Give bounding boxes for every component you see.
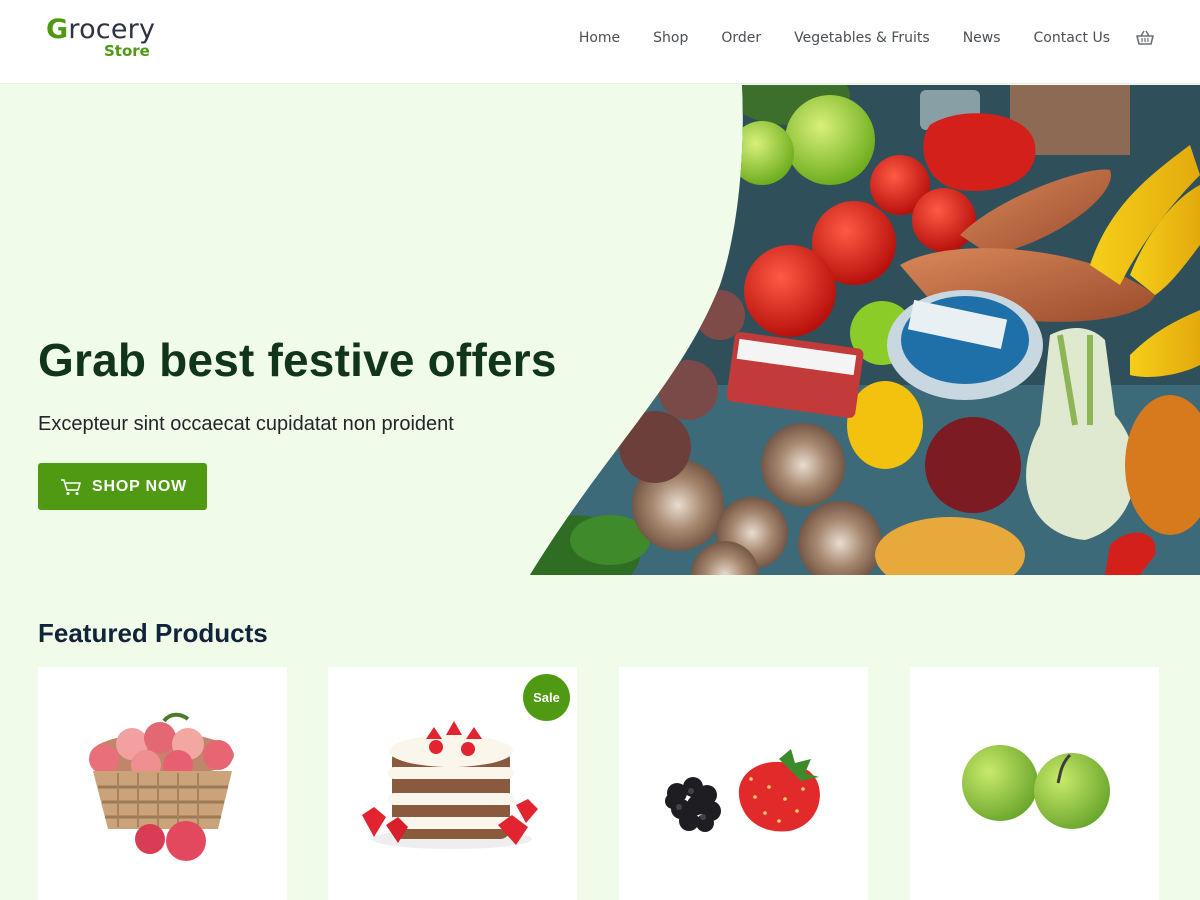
featured-products-heading: Featured Products bbox=[38, 618, 268, 648]
logo-subtitle: Store bbox=[104, 42, 150, 60]
main-nav: Home Shop Order Vegetables & Fruits News… bbox=[579, 30, 1154, 46]
hero-produce-image bbox=[530, 85, 1200, 575]
site-header: Grocery Store Home Shop Order Vegetables… bbox=[0, 0, 1200, 84]
hero-title: Grab best festive offers bbox=[38, 334, 557, 386]
nav-news[interactable]: News bbox=[963, 30, 1001, 46]
product-card-strawberry-cake[interactable]: Sale bbox=[328, 667, 577, 900]
hero-banner: Grab best festive offers Excepteur sint … bbox=[0, 85, 1200, 575]
basket-icon[interactable] bbox=[1136, 30, 1154, 46]
product-card-berries[interactable] bbox=[619, 667, 868, 900]
blackberry-and-strawberry-image bbox=[665, 749, 820, 832]
hero-subtitle: Excepteur sint occaecat cupidatat non pr… bbox=[38, 413, 454, 435]
product-card-apple-basket[interactable] bbox=[38, 667, 287, 900]
nav-contact-us[interactable]: Contact Us bbox=[1034, 30, 1110, 46]
shop-now-button[interactable]: SHOP NOW bbox=[38, 463, 207, 510]
sale-badge: Sale bbox=[523, 674, 570, 721]
product-card-green-apples[interactable] bbox=[910, 667, 1159, 900]
nav-home[interactable]: Home bbox=[579, 30, 620, 46]
nav-order[interactable]: Order bbox=[721, 30, 761, 46]
shop-now-label: SHOP NOW bbox=[92, 477, 188, 495]
apple-basket-image bbox=[89, 712, 234, 861]
site-logo[interactable]: Grocery Store bbox=[46, 14, 166, 64]
green-apples-image bbox=[962, 745, 1110, 829]
logo-wordmark: Grocery bbox=[46, 14, 156, 45]
nav-vegetables-fruits[interactable]: Vegetables & Fruits bbox=[794, 30, 930, 46]
cart-icon bbox=[60, 478, 82, 496]
nav-shop[interactable]: Shop bbox=[653, 30, 688, 46]
